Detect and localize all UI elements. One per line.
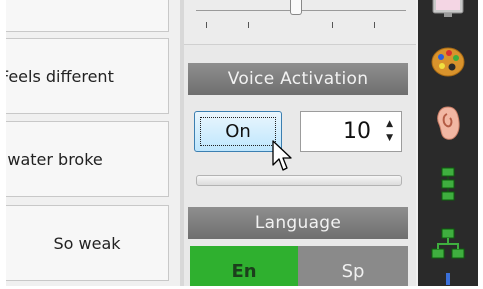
phrase-label: So weak	[53, 233, 121, 253]
voice-level-stepper[interactable]: 10 ▲ ▼	[300, 111, 402, 152]
list-icon[interactable]	[428, 164, 468, 204]
palette-icon[interactable]	[428, 42, 468, 82]
language-selector: En Sp	[190, 246, 408, 286]
language-header: Language	[188, 207, 408, 239]
volume-slider[interactable]	[184, 0, 416, 45]
phrase-label: Feels different	[6, 66, 114, 86]
phrase-button-water-broke[interactable]: My water broke	[6, 121, 169, 197]
slider-tick	[374, 22, 375, 28]
side-toolbar	[418, 0, 478, 286]
monitor-icon[interactable]	[428, 0, 468, 26]
stepper-down-icon[interactable]: ▼	[386, 131, 393, 145]
language-option-en[interactable]: En	[190, 246, 298, 286]
app-window: Feels different My water broke So weak V…	[6, 0, 478, 286]
language-option-sp[interactable]: Sp	[298, 246, 408, 286]
voice-level-meter	[196, 175, 402, 186]
voice-on-label: On	[225, 121, 251, 142]
mouse-cursor-icon	[272, 140, 294, 178]
control-panel: Voice Activation On 10 ▲ ▼ Language En S…	[184, 0, 416, 286]
phrase-button-so-weak[interactable]: So weak	[6, 205, 169, 281]
phrase-label: My water broke	[6, 149, 103, 169]
toolbar-more-icon[interactable]	[428, 270, 468, 286]
slider-tick	[248, 22, 249, 28]
phrase-list: Feels different My water broke So weak	[6, 0, 180, 286]
stepper-arrows[interactable]: ▲ ▼	[386, 117, 393, 145]
slider-thumb[interactable]	[290, 0, 302, 15]
slider-tick	[332, 22, 333, 28]
phrase-button-top-partial[interactable]	[6, 0, 169, 32]
hierarchy-icon[interactable]	[428, 225, 468, 265]
voice-on-button[interactable]: On	[194, 111, 282, 152]
voice-activation-header: Voice Activation	[188, 63, 408, 95]
ear-icon[interactable]	[428, 103, 468, 143]
phrase-button-feels-different[interactable]: Feels different	[6, 38, 169, 114]
slider-tick	[206, 22, 207, 28]
voice-level-value: 10	[343, 119, 371, 144]
stepper-up-icon[interactable]: ▲	[386, 117, 393, 131]
